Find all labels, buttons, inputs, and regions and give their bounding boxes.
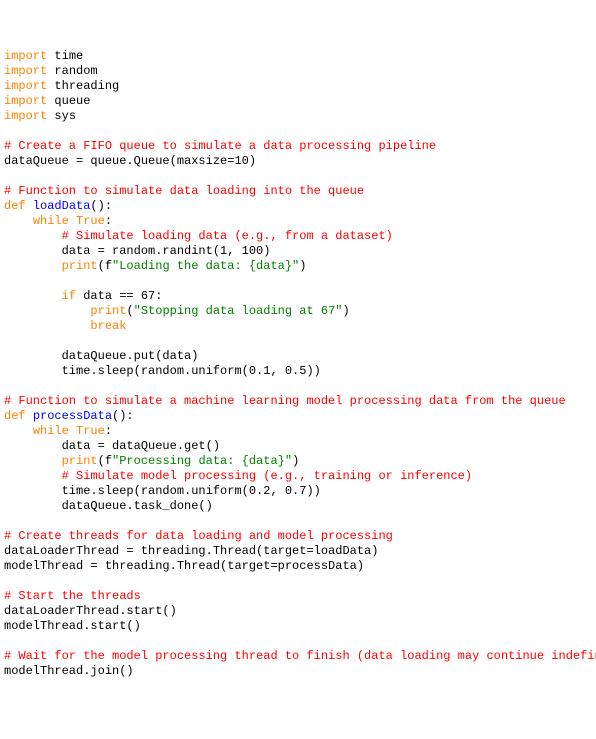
code-token (4, 319, 90, 333)
code-token: data == 67: (76, 289, 162, 303)
code-token: ) (342, 304, 349, 318)
code-token: import (4, 79, 47, 93)
code-token: dataLoaderThread = threading.Thread(targ… (4, 544, 378, 558)
code-token: ) (299, 259, 306, 273)
code-token: # Create threads for data loading and mo… (4, 529, 393, 543)
code-token: while (33, 214, 69, 228)
code-token: time.sleep(random.uniform(0.2, 0.7)) (4, 484, 321, 498)
code-token (69, 214, 76, 228)
code-token: # Function to simulate a machine learnin… (4, 394, 566, 408)
code-token: # Create a FIFO queue to simulate a data… (4, 139, 436, 153)
code-token (4, 229, 62, 243)
code-token: while (33, 424, 69, 438)
code-token: modelThread.start() (4, 619, 141, 633)
code-token (4, 214, 33, 228)
code-token: import (4, 109, 47, 123)
code-token: # Simulate loading data (e.g., from a da… (62, 229, 393, 243)
code-token: # Function to simulate data loading into… (4, 184, 364, 198)
code-token (4, 304, 90, 318)
code-token: def (4, 409, 26, 423)
code-token (4, 424, 33, 438)
code-token: ) (292, 454, 299, 468)
code-token (4, 289, 62, 303)
code-token: random (47, 64, 97, 78)
code-token: modelThread.join() (4, 664, 134, 678)
code-token: dataQueue.task_done() (4, 499, 213, 513)
code-token: loadData (33, 199, 91, 213)
code-token: data = dataQueue.get() (4, 439, 220, 453)
code-token: "Stopping data loading at 67" (134, 304, 343, 318)
code-token: import (4, 94, 47, 108)
code-token (4, 259, 62, 273)
code-token: dataQueue.put(data) (4, 349, 198, 363)
code-token: dataLoaderThread.start() (4, 604, 177, 618)
code-token: time.sleep(random.uniform(0.1, 0.5)) (4, 364, 321, 378)
code-token: print (62, 454, 98, 468)
code-token: queue (47, 94, 90, 108)
code-token: (): (90, 199, 112, 213)
code-token: if (62, 289, 76, 303)
code-token: print (62, 259, 98, 273)
code-token: import (4, 49, 47, 63)
code-token: # Simulate model processing (e.g., train… (62, 469, 472, 483)
code-token (26, 409, 33, 423)
code-token: threading (47, 79, 119, 93)
code-token: : (105, 214, 112, 228)
code-token (69, 424, 76, 438)
code-token (4, 469, 62, 483)
code-token: time (47, 49, 83, 63)
code-token (4, 454, 62, 468)
code-token: import (4, 64, 47, 78)
code-token (26, 199, 33, 213)
code-token: processData (33, 409, 112, 423)
code-token: data = random.randint(1, 100) (4, 244, 270, 258)
code-token: ( (126, 304, 133, 318)
code-token: "Processing data: {data}" (112, 454, 292, 468)
code-token: True (76, 214, 105, 228)
code-token: True (76, 424, 105, 438)
code-token: sys (47, 109, 76, 123)
code-block: import time import random import threadi… (4, 49, 596, 679)
code-token: (f (98, 454, 112, 468)
code-token: break (90, 319, 126, 333)
code-token: : (105, 424, 112, 438)
code-token: "Loading the data: {data}" (112, 259, 299, 273)
code-token: dataQueue = queue.Queue(maxsize=10) (4, 154, 256, 168)
code-token: modelThread = threading.Thread(target=pr… (4, 559, 364, 573)
code-token: def (4, 199, 26, 213)
code-token: (): (112, 409, 134, 423)
code-token: # Start the threads (4, 589, 141, 603)
code-token: print (90, 304, 126, 318)
code-token: # Wait for the model processing thread t… (4, 649, 596, 663)
code-token: (f (98, 259, 112, 273)
